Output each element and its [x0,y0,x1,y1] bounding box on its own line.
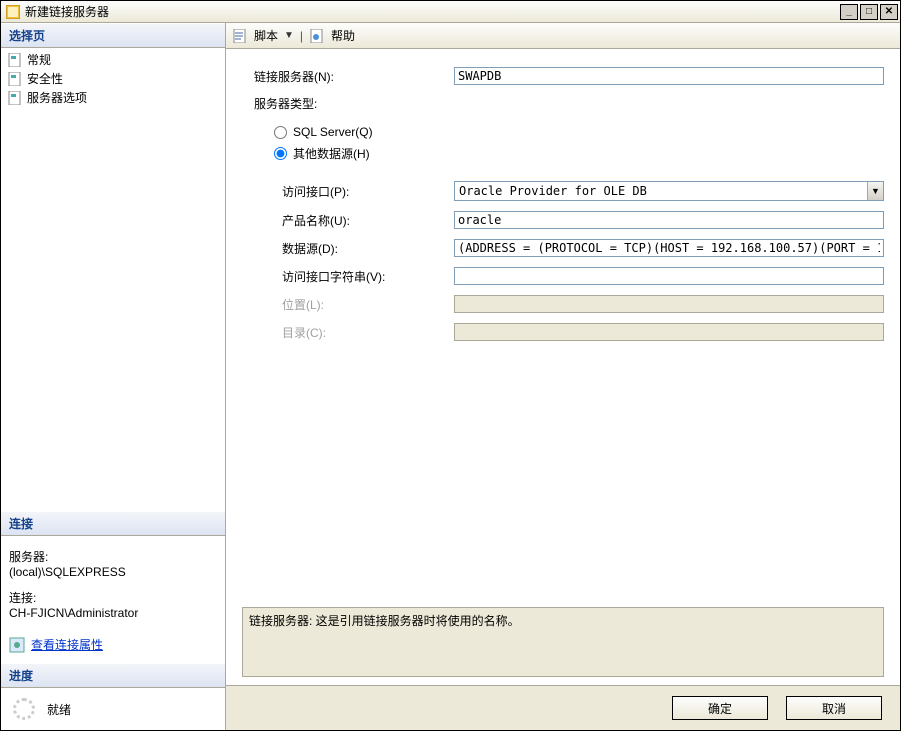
app-icon [5,4,21,20]
progress-status-block: 就绪 [1,688,225,730]
close-button[interactable]: ✕ [880,4,898,20]
location-input [454,295,884,313]
progress-spinner-icon [13,698,35,720]
minimize-button[interactable]: _ [840,4,858,20]
sidebar-item-general[interactable]: 常规 [1,50,225,69]
conn-value: CH-FJICN\Administrator [9,606,217,620]
cancel-button[interactable]: 取消 [786,696,882,720]
sidebar-item-label: 常规 [27,51,51,68]
sidebar-item-label: 安全性 [27,70,63,87]
server-label: 服务器: [9,548,217,565]
page-icon [7,71,23,87]
server-value: (local)\SQLEXPRESS [9,565,217,579]
chevron-down-icon[interactable]: ▼ [867,182,883,200]
server-type-label: 服务器类型: [254,95,454,112]
conn-label: 连接: [9,589,217,606]
radio-other-label: 其他数据源(H) [293,145,370,162]
help-button[interactable]: 帮助 [331,27,355,44]
page-icon [7,52,23,68]
connstr-input[interactable] [454,267,884,285]
dialog-footer: 确定 取消 [226,685,900,730]
provider-value: Oracle Provider for OLE DB [455,184,867,198]
form: 链接服务器(N): 服务器类型: SQL Server(Q) 其他数据源(H) [226,49,900,607]
script-button[interactable]: 脚本 [254,27,278,44]
sidebar: 选择页 常规 安全性 服务器选项 连接 服务器: (local [1,23,226,730]
provider-label: 访问接口(P): [254,183,454,200]
properties-icon [9,637,25,653]
dialog-window: 新建链接服务器 _ □ ✕ 选择页 常规 安全性 服务器选项 [0,0,901,731]
help-icon [309,28,325,44]
product-input[interactable] [454,211,884,229]
sidebar-item-label: 服务器选项 [27,89,87,106]
sidebar-item-security[interactable]: 安全性 [1,69,225,88]
product-label: 产品名称(U): [254,212,454,229]
separator: | [300,29,303,43]
window-title: 新建链接服务器 [25,3,840,20]
select-page-header: 选择页 [1,23,225,48]
radio-other-source[interactable] [274,147,287,160]
script-icon [232,28,248,44]
catalog-label: 目录(C): [254,324,454,341]
connection-info: 服务器: (local)\SQLEXPRESS 连接: CH-FJICN\Adm… [1,536,225,626]
linked-server-label: 链接服务器(N): [254,68,454,85]
radio-sql-server[interactable] [274,126,287,139]
datasource-label: 数据源(D): [254,240,454,257]
connection-header: 连接 [1,511,225,536]
view-connection-properties[interactable]: 查看连接属性 [1,626,225,663]
sidebar-item-options[interactable]: 服务器选项 [1,88,225,107]
progress-status: 就绪 [47,701,71,718]
main-panel: 脚本 ▼ | 帮助 链接服务器(N): 服务器类型: [226,23,900,730]
maximize-button[interactable]: □ [860,4,878,20]
datasource-input[interactable] [454,239,884,257]
view-connection-link[interactable]: 查看连接属性 [31,636,103,653]
progress-header: 进度 [1,663,225,688]
script-dropdown-icon[interactable]: ▼ [284,30,294,41]
linked-server-input[interactable] [454,67,884,85]
toolbar: 脚本 ▼ | 帮助 [226,23,900,49]
radio-sql-label: SQL Server(Q) [293,125,373,139]
hint-text: 链接服务器: 这是引用链接服务器时将使用的名称。 [242,607,884,677]
page-icon [7,90,23,106]
catalog-input [454,323,884,341]
provider-select[interactable]: Oracle Provider for OLE DB ▼ [454,181,884,201]
titlebar: 新建链接服务器 _ □ ✕ [1,1,900,23]
location-label: 位置(L): [254,296,454,313]
page-nav: 常规 安全性 服务器选项 [1,48,225,109]
ok-button[interactable]: 确定 [672,696,768,720]
connstr-label: 访问接口字符串(V): [254,268,454,285]
